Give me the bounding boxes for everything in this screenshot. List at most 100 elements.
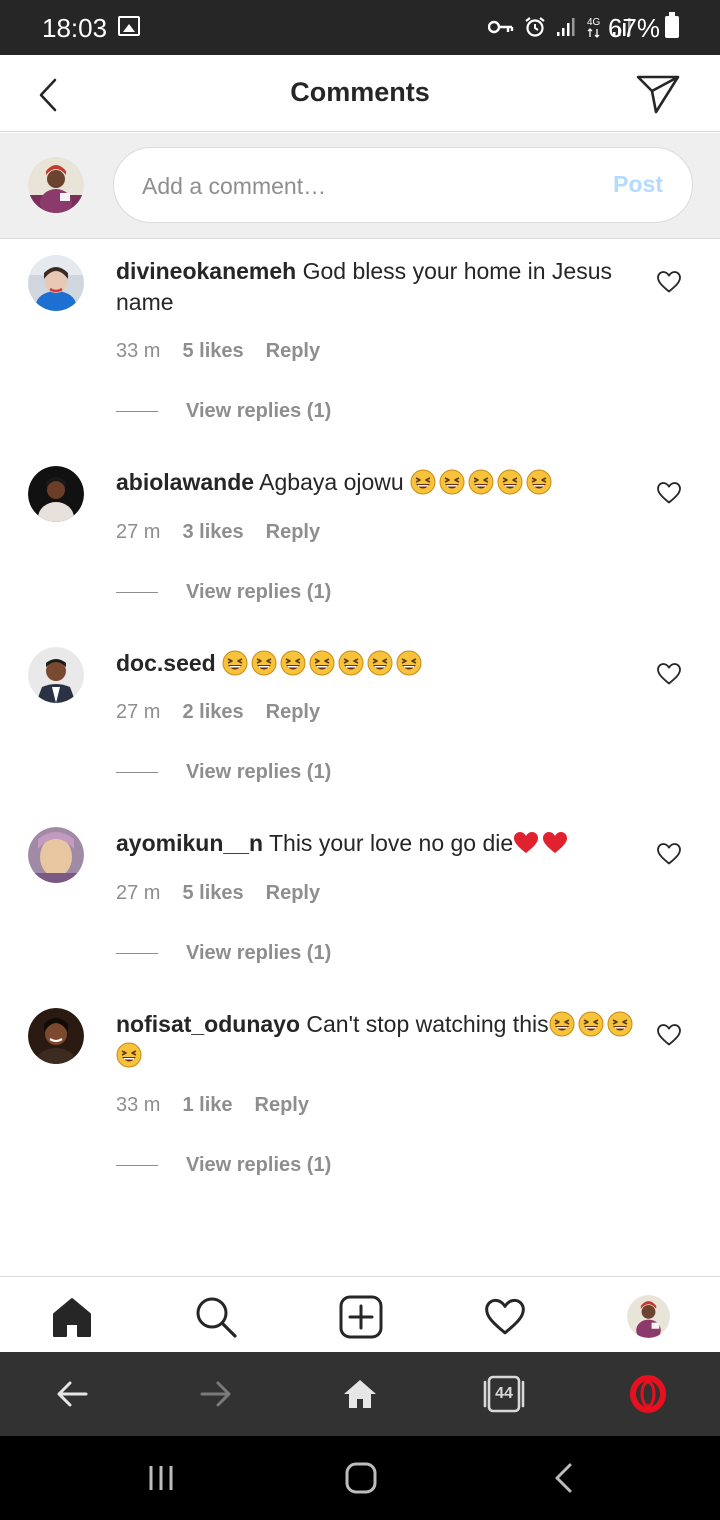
- view-replies-button[interactable]: View replies (1): [116, 400, 331, 423]
- home-icon: [53, 1298, 91, 1337]
- comment-username[interactable]: doc.seed: [116, 650, 216, 676]
- comment-time: 33 m: [116, 340, 161, 362]
- heart-icon[interactable]: [656, 662, 682, 686]
- view-replies-label: View replies (1): [186, 942, 332, 964]
- comment-likes[interactable]: 2 likes: [182, 701, 243, 724]
- nav-new-post[interactable]: [339, 1295, 383, 1339]
- comment-text: nofisat_odunayo Can't stop watching this: [116, 1009, 636, 1071]
- comment-input-box: Post: [113, 147, 693, 223]
- view-replies-button[interactable]: View replies (1): [116, 942, 331, 965]
- comment-meta: 27 m 2 likes Reply: [116, 701, 320, 724]
- laughing-emoji: [251, 650, 277, 676]
- laughing-emoji: [222, 650, 248, 676]
- nav-home[interactable]: [50, 1295, 94, 1339]
- view-replies-label: View replies (1): [186, 761, 332, 783]
- laughing-emoji: [578, 1011, 604, 1037]
- laughing-emoji: [439, 469, 465, 495]
- battery-icon: [665, 12, 679, 38]
- comment-username[interactable]: divineokanemeh: [116, 258, 296, 284]
- avatar[interactable]: [28, 255, 84, 311]
- avatar[interactable]: [28, 1008, 84, 1064]
- nav-activity[interactable]: [483, 1295, 527, 1339]
- comment-likes[interactable]: 5 likes: [182, 340, 243, 363]
- system-nav: [0, 1436, 720, 1520]
- opera-icon: [630, 1375, 666, 1413]
- heart-icon[interactable]: [656, 270, 682, 294]
- comment-composer: Post: [0, 133, 720, 239]
- comment-username[interactable]: abiolawande: [116, 469, 254, 495]
- comment-likes[interactable]: 1 like: [182, 1094, 232, 1117]
- view-replies-button[interactable]: View replies (1): [116, 761, 331, 784]
- laughing-emoji: [338, 650, 364, 676]
- comment-username[interactable]: nofisat_odunayo: [116, 1011, 300, 1037]
- network-type-label: 4G: [587, 17, 601, 28]
- heart-icon[interactable]: [656, 481, 682, 505]
- vpn-key-icon: [488, 20, 514, 34]
- comment-meta: 33 m 5 likes Reply: [116, 340, 320, 363]
- laughing-emoji: [280, 650, 306, 676]
- system-home-button[interactable]: [341, 1458, 381, 1498]
- browser-back-button[interactable]: [50, 1372, 94, 1416]
- reply-button[interactable]: Reply: [266, 882, 320, 905]
- view-replies-label: View replies (1): [186, 1154, 332, 1176]
- forward-arrow-icon: [200, 1381, 231, 1407]
- view-replies-button[interactable]: View replies (1): [116, 581, 331, 604]
- avatar[interactable]: [28, 157, 84, 213]
- reply-button[interactable]: Reply: [255, 1094, 309, 1117]
- reply-button[interactable]: Reply: [266, 521, 320, 544]
- reply-button[interactable]: Reply: [266, 340, 320, 363]
- comment-time: 33 m: [116, 1094, 161, 1116]
- browser-forward-button[interactable]: [194, 1372, 238, 1416]
- laughing-emoji: [309, 650, 335, 676]
- comment-username[interactable]: ayomikun__n: [116, 830, 263, 856]
- avatar[interactable]: [28, 647, 84, 703]
- comment-time: 27 m: [116, 882, 161, 904]
- profile-avatar[interactable]: [627, 1295, 670, 1338]
- comment-likes[interactable]: 5 likes: [182, 882, 243, 905]
- avatar[interactable]: [28, 827, 84, 883]
- nav-search[interactable]: [194, 1295, 238, 1339]
- heart-icon[interactable]: [656, 1023, 682, 1047]
- post-button[interactable]: Post: [613, 171, 663, 198]
- bottom-nav: [0, 1276, 720, 1352]
- comment-meta: 33 m 1 like Reply: [116, 1094, 309, 1117]
- laughing-emoji: [410, 469, 436, 495]
- view-replies-button[interactable]: View replies (1): [116, 1154, 331, 1177]
- status-bar: 18:03 4G 67%: [0, 0, 720, 55]
- status-time: 18:03: [42, 13, 108, 43]
- recents-button[interactable]: [141, 1458, 181, 1498]
- comment-message: Can't stop watching this: [306, 1011, 549, 1037]
- divider: [116, 1165, 158, 1166]
- browser-tabs-button[interactable]: 44: [482, 1372, 526, 1416]
- red-heart-emoji: [513, 830, 539, 856]
- reply-button[interactable]: Reply: [266, 701, 320, 724]
- comment-meta: 27 m 3 likes Reply: [116, 521, 320, 544]
- share-button[interactable]: [634, 71, 682, 117]
- comment-likes[interactable]: 3 likes: [182, 521, 243, 544]
- avatar[interactable]: [28, 466, 84, 522]
- divider: [116, 772, 158, 773]
- browser-home-button[interactable]: [338, 1372, 382, 1416]
- comment-text: abiolawande Agbaya ojowu: [116, 467, 636, 498]
- system-back-button[interactable]: [544, 1458, 584, 1498]
- network-type-icon: 4G: [587, 17, 601, 38]
- search-icon: [196, 1297, 237, 1338]
- emoji-group: [513, 830, 571, 856]
- view-replies-label: View replies (1): [186, 400, 332, 422]
- heart-icon[interactable]: [656, 842, 682, 866]
- divider: [116, 592, 158, 593]
- new-post-icon: [339, 1295, 383, 1339]
- image-icon: [118, 16, 140, 36]
- comments-header: Comments: [0, 55, 720, 132]
- recents-icon: [149, 1466, 173, 1490]
- comment-message: This your love no go die: [268, 830, 514, 856]
- laughing-emoji: [367, 650, 393, 676]
- opera-menu-button[interactable]: [626, 1372, 670, 1416]
- divider: [116, 411, 158, 412]
- comment-text: divineokanemeh God bless your home in Je…: [116, 256, 636, 318]
- comment-message: Agbaya ojowu: [259, 469, 404, 495]
- laughing-emoji: [526, 469, 552, 495]
- comment-input[interactable]: [142, 170, 582, 202]
- laughing-emoji: [607, 1011, 633, 1037]
- laughing-emoji: [468, 469, 494, 495]
